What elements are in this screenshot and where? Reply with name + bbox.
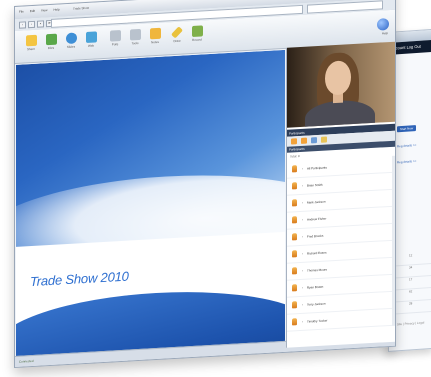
forward-button[interactable]: › — [28, 20, 35, 29]
help-label: Help — [381, 31, 388, 36]
toolbar-label: Share — [26, 46, 35, 52]
person-icon[interactable] — [301, 137, 307, 144]
participant-name: Brian Smith — [307, 182, 323, 188]
toolbar-label: Web — [87, 43, 95, 48]
participants-panel: Participants Participants Total: 9 • All… — [286, 41, 396, 348]
person-icon — [292, 182, 297, 190]
person-icon — [292, 199, 297, 207]
person-icon — [292, 250, 297, 258]
participant-name: Terry Jackson — [307, 301, 326, 307]
window-title: Trade Show — [73, 5, 90, 11]
toolbar-slides-button[interactable]: Slides — [61, 32, 81, 49]
participant-name: All Participants — [307, 165, 327, 171]
person-icon — [292, 318, 297, 326]
bullet: • — [302, 183, 304, 188]
toolbar-label: Tools — [131, 41, 139, 46]
bullet: • — [302, 200, 304, 205]
polls-icon — [109, 30, 121, 42]
menu-help[interactable]: Help — [53, 7, 59, 11]
hand-icon[interactable] — [321, 136, 327, 143]
participants-scrollbar[interactable] — [392, 155, 395, 326]
toolbar-polls-button[interactable]: Polls — [105, 30, 125, 47]
person-icon — [292, 216, 297, 224]
start-now-button[interactable]: Start Now — [397, 125, 417, 133]
bullet: • — [302, 319, 304, 324]
bullet: • — [302, 251, 304, 256]
slides-icon — [65, 32, 77, 45]
background-window-footer[interactable]: Site | Privacy | Legal — [397, 320, 424, 326]
toolbar-web-button[interactable]: Web — [81, 31, 101, 48]
toolbar-draw-button[interactable]: Draw — [167, 26, 187, 43]
person-icon — [292, 301, 297, 309]
participant-name: Timothy Tucker — [307, 318, 328, 324]
person-icon — [292, 233, 297, 241]
help-icon[interactable] — [377, 18, 389, 31]
person-icon — [292, 165, 297, 173]
toolbar-record-button[interactable]: Record — [187, 25, 207, 42]
web-icon — [85, 31, 97, 44]
files-icon — [45, 33, 57, 46]
toolbar-notes-button[interactable]: Notes — [145, 27, 165, 45]
draw-icon — [170, 26, 184, 39]
bullet: • — [302, 268, 304, 273]
notes-icon — [149, 27, 161, 40]
toolbar-tools-button[interactable]: Tools — [125, 28, 145, 46]
person-icon — [292, 267, 297, 275]
toolbar-label: Files — [47, 45, 55, 51]
toolbar-share-button[interactable]: Share — [21, 34, 41, 51]
participant-name: Thomas Moore — [307, 267, 328, 273]
bullet: • — [302, 234, 304, 239]
participant-name: Mark Jackson — [307, 199, 326, 205]
menu-bar: File Edit View Help — [19, 7, 60, 13]
toolbar-label: Record — [192, 37, 202, 43]
participant-name: Fred Brooks — [307, 233, 324, 239]
reg-details-link[interactable]: Reg details >> — [397, 143, 416, 148]
back-button[interactable]: ‹ — [19, 21, 26, 29]
nav-buttons: ‹ › × ⟳ — [19, 19, 53, 29]
bullet: • — [302, 166, 304, 171]
reg-details-link[interactable]: Reg details >> — [397, 159, 416, 164]
toolbar-label: Notes — [151, 39, 159, 45]
status-text: Connected — [19, 358, 34, 364]
share-icon — [25, 34, 37, 47]
participant-name: Richard Evans — [307, 250, 327, 256]
person-icon — [292, 284, 297, 292]
record-icon — [191, 25, 203, 38]
bullet: • — [302, 285, 304, 290]
stop-button[interactable]: × — [37, 20, 44, 28]
toolbar-label: Polls — [111, 42, 119, 47]
person-icon[interactable] — [291, 138, 297, 145]
main-window: File Edit View Help Trade Show – □ × ‹ ›… — [14, 0, 396, 369]
tools-icon — [129, 28, 141, 41]
webcam-video — [287, 41, 396, 128]
toolbar-label: Slides — [66, 44, 76, 50]
chat-icon[interactable] — [311, 137, 317, 144]
bullet: • — [302, 217, 304, 222]
presenter-body — [305, 98, 375, 128]
toolbar-files-button[interactable]: Files — [41, 33, 61, 50]
presentation-slide: Trade Show 2010 — [16, 49, 285, 359]
toolbar-label: Draw — [173, 38, 181, 44]
participants-list: • All Participants • Brian Smith • Mark … — [287, 155, 396, 332]
participant-name: Ryan Brown — [307, 284, 324, 290]
menu-edit[interactable]: Edit — [30, 9, 35, 13]
menu-view[interactable]: View — [41, 8, 47, 12]
participants-count: Total: 9 — [290, 154, 300, 159]
menu-file[interactable]: File — [19, 9, 24, 13]
participant-name: Andrew Fisher — [307, 216, 327, 222]
bullet: • — [302, 302, 304, 307]
